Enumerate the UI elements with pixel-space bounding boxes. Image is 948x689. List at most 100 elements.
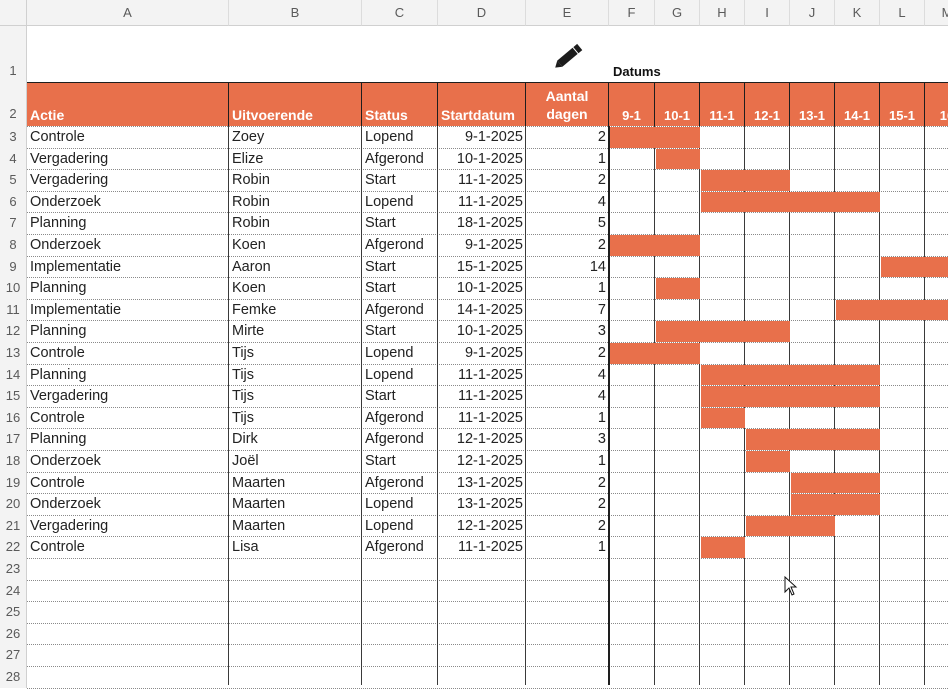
- cell-actie[interactable]: Planning: [27, 364, 229, 386]
- cell-status[interactable]: Lopend: [362, 493, 438, 515]
- column-header-e[interactable]: E: [526, 0, 609, 26]
- cell-uitvoerende[interactable]: Tijs: [229, 407, 362, 429]
- cell-actie[interactable]: Implementatie: [27, 299, 229, 321]
- cell-aantal-dagen[interactable]: 14: [526, 256, 609, 278]
- cell-startdatum[interactable]: 9-1-2025: [438, 126, 526, 148]
- cell-aantal-dagen[interactable]: 2: [526, 493, 609, 515]
- header-startdatum[interactable]: Startdatum: [438, 83, 526, 126]
- cell-status[interactable]: Start: [362, 450, 438, 472]
- row-header-26[interactable]: 26: [0, 622, 27, 645]
- cell-status[interactable]: Afgerond: [362, 234, 438, 256]
- cell-aantal-dagen[interactable]: 4: [526, 364, 609, 386]
- cell-startdatum[interactable]: 12-1-2025: [438, 515, 526, 537]
- cell-status[interactable]: Start: [362, 169, 438, 191]
- cell-uitvoerende[interactable]: Mirte: [229, 320, 362, 342]
- date-header-2[interactable]: 10-1: [655, 105, 700, 126]
- cell-actie[interactable]: Planning: [27, 320, 229, 342]
- cell-aantal-dagen[interactable]: 1: [526, 148, 609, 170]
- cell-actie[interactable]: Onderzoek: [27, 234, 229, 256]
- date-header-1[interactable]: 9-1: [609, 105, 655, 126]
- cell-status[interactable]: Lopend: [362, 342, 438, 364]
- column-header-j[interactable]: J: [790, 0, 835, 26]
- cell-uitvoerende[interactable]: Robin: [229, 212, 362, 234]
- date-header-8[interactable]: 16: [925, 105, 948, 126]
- cell-startdatum[interactable]: 10-1-2025: [438, 277, 526, 299]
- cell-actie[interactable]: Planning: [27, 428, 229, 450]
- cell-actie[interactable]: Planning: [27, 277, 229, 299]
- cell-uitvoerende[interactable]: Elize: [229, 148, 362, 170]
- cell-startdatum[interactable]: 9-1-2025: [438, 342, 526, 364]
- cell-status[interactable]: Afgerond: [362, 536, 438, 558]
- cell-status[interactable]: Lopend: [362, 515, 438, 537]
- cell-startdatum[interactable]: 11-1-2025: [438, 536, 526, 558]
- cell-status[interactable]: Afgerond: [362, 428, 438, 450]
- cell-startdatum[interactable]: 15-1-2025: [438, 256, 526, 278]
- cell-uitvoerende[interactable]: Tijs: [229, 342, 362, 364]
- cell-status[interactable]: Afgerond: [362, 148, 438, 170]
- cell-actie[interactable]: Onderzoek: [27, 191, 229, 213]
- cell-aantal-dagen[interactable]: 7: [526, 299, 609, 321]
- cell-status[interactable]: Lopend: [362, 191, 438, 213]
- cell-startdatum[interactable]: 9-1-2025: [438, 234, 526, 256]
- cell-aantal-dagen[interactable]: 4: [526, 191, 609, 213]
- row-header-24[interactable]: 24: [0, 579, 27, 602]
- cell-status[interactable]: Afgerond: [362, 299, 438, 321]
- cell-actie[interactable]: Controle: [27, 472, 229, 494]
- cell-status[interactable]: Lopend: [362, 126, 438, 148]
- header-actie[interactable]: Actie: [27, 83, 229, 126]
- cell-aantal-dagen[interactable]: 1: [526, 536, 609, 558]
- cell-uitvoerende[interactable]: Robin: [229, 169, 362, 191]
- cell-uitvoerende[interactable]: Maarten: [229, 493, 362, 515]
- cell-uitvoerende[interactable]: Maarten: [229, 515, 362, 537]
- cell-uitvoerende[interactable]: Joël: [229, 450, 362, 472]
- header-uitvoerende[interactable]: Uitvoerende: [229, 83, 362, 126]
- cell-aantal-dagen[interactable]: 2: [526, 169, 609, 191]
- date-header-7[interactable]: 15-1: [880, 105, 925, 126]
- date-header-5[interactable]: 13-1: [790, 105, 835, 126]
- cell-status[interactable]: Start: [362, 320, 438, 342]
- cell-uitvoerende[interactable]: Zoey: [229, 126, 362, 148]
- cell-actie[interactable]: Onderzoek: [27, 493, 229, 515]
- cell-actie[interactable]: Vergadering: [27, 515, 229, 537]
- row-header-27[interactable]: 27: [0, 644, 27, 666]
- cell-startdatum[interactable]: 11-1-2025: [438, 385, 526, 407]
- column-header-a[interactable]: A: [27, 0, 229, 26]
- cell-startdatum[interactable]: 12-1-2025: [438, 428, 526, 450]
- cell-actie[interactable]: Controle: [27, 342, 229, 364]
- cell-startdatum[interactable]: 12-1-2025: [438, 450, 526, 472]
- date-header-6[interactable]: 14-1: [835, 105, 880, 126]
- cell-startdatum[interactable]: 11-1-2025: [438, 407, 526, 429]
- cell-uitvoerende[interactable]: Robin: [229, 191, 362, 213]
- cell-startdatum[interactable]: 11-1-2025: [438, 364, 526, 386]
- cell-actie[interactable]: Vergadering: [27, 148, 229, 170]
- row-header-1[interactable]: 1: [0, 26, 27, 83]
- row-header-25[interactable]: 25: [0, 601, 27, 623]
- cell-startdatum[interactable]: 11-1-2025: [438, 169, 526, 191]
- cell-aantal-dagen[interactable]: 5: [526, 212, 609, 234]
- column-header-k[interactable]: K: [835, 0, 880, 26]
- cell-startdatum[interactable]: 10-1-2025: [438, 320, 526, 342]
- row-header-2[interactable]: 2: [0, 83, 27, 126]
- column-header-b[interactable]: B: [229, 0, 362, 26]
- header-status[interactable]: Status: [362, 83, 438, 126]
- column-header-l[interactable]: L: [880, 0, 925, 26]
- cell-status[interactable]: Lopend: [362, 364, 438, 386]
- cell-actie[interactable]: Controle: [27, 407, 229, 429]
- cell-startdatum[interactable]: 11-1-2025: [438, 191, 526, 213]
- column-header-c[interactable]: C: [362, 0, 438, 26]
- cell-status[interactable]: Start: [362, 212, 438, 234]
- cell-actie[interactable]: Vergadering: [27, 385, 229, 407]
- cell-startdatum[interactable]: 13-1-2025: [438, 493, 526, 515]
- cell-status[interactable]: Afgerond: [362, 472, 438, 494]
- row-header-28[interactable]: 28: [0, 666, 27, 688]
- cell-uitvoerende[interactable]: Maarten: [229, 472, 362, 494]
- column-header-g[interactable]: G: [655, 0, 700, 26]
- pencil-icon[interactable]: [551, 38, 587, 74]
- header-aantal-dagen[interactable]: Aantal dagen: [526, 83, 609, 126]
- column-header-d[interactable]: D: [438, 0, 526, 26]
- cell-status[interactable]: Afgerond: [362, 407, 438, 429]
- cell-status[interactable]: Start: [362, 277, 438, 299]
- row-header-23[interactable]: 23: [0, 558, 27, 580]
- cell-status[interactable]: Start: [362, 256, 438, 278]
- cell-uitvoerende[interactable]: Koen: [229, 234, 362, 256]
